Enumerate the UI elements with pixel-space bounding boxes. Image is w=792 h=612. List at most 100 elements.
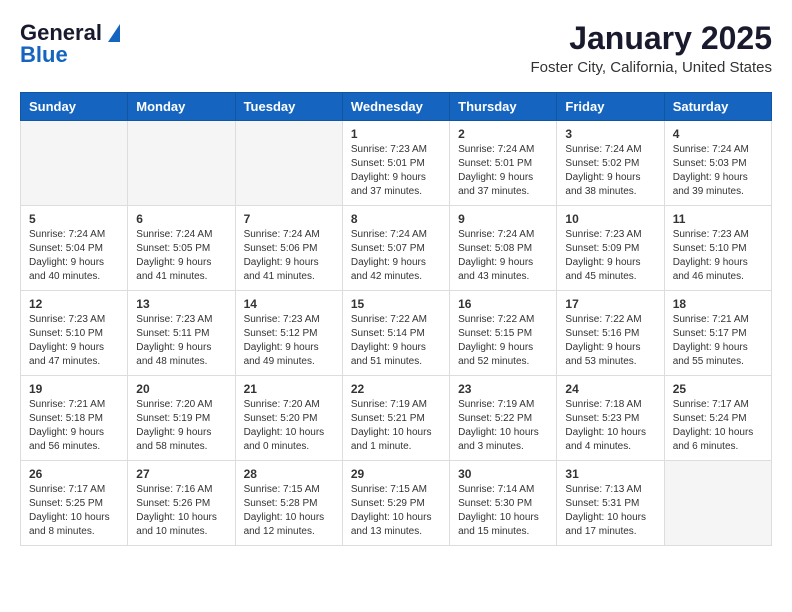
day-info: Sunrise: 7:24 AM Sunset: 5:05 PM Dayligh…: [136, 228, 226, 284]
day-number: 20: [136, 382, 226, 396]
calendar-day-cell: 7Sunrise: 7:24 AM Sunset: 5:06 PM Daylig…: [235, 206, 342, 291]
calendar-day-cell: [21, 121, 128, 206]
day-info: Sunrise: 7:22 AM Sunset: 5:14 PM Dayligh…: [351, 313, 441, 369]
calendar-day-cell: 14Sunrise: 7:23 AM Sunset: 5:12 PM Dayli…: [235, 291, 342, 376]
page-header: General Blue January 2025 Foster City, C…: [20, 20, 772, 76]
calendar-day-cell: 3 Sunrise: 7:24 AM Sunset: 5:02 PM Daylig…: [557, 121, 664, 206]
day-number: 26: [29, 467, 119, 481]
calendar-body: 1 Sunrise: 7:23 AM Sunset: 5:01 PM Daylig…: [21, 121, 772, 546]
day-number: 21: [244, 382, 334, 396]
calendar-day-cell: 8Sunrise: 7:24 AM Sunset: 5:07 PM Daylig…: [342, 206, 449, 291]
calendar-day-cell: 15 Sunrise: 7:22 AM Sunset: 5:14 PM Dayli…: [342, 291, 449, 376]
calendar-day-cell: 25Sunrise: 7:17 AM Sunset: 5:24 PM Dayli…: [664, 376, 771, 461]
calendar-day-cell: 4 Sunrise: 7:24 AM Sunset: 5:03 PM Daylig…: [664, 121, 771, 206]
calendar-day-cell: 9 Sunrise: 7:24 AM Sunset: 5:08 PM Daylig…: [450, 206, 557, 291]
calendar-day-cell: [664, 461, 771, 546]
day-info: Sunrise: 7:23 AM Sunset: 5:09 PM Dayligh…: [565, 228, 655, 284]
month-title: January 2025: [531, 20, 772, 57]
day-number: 31: [565, 467, 655, 481]
day-info: Sunrise: 7:24 AM Sunset: 5:06 PM Dayligh…: [244, 228, 334, 284]
day-number: 8: [351, 212, 441, 226]
day-number: 17: [565, 297, 655, 311]
logo-triangle-icon: [108, 24, 120, 42]
calendar-day-cell: 17Sunrise: 7:22 AM Sunset: 5:16 PM Dayli…: [557, 291, 664, 376]
day-info: Sunrise: 7:20 AM Sunset: 5:20 PM Dayligh…: [244, 398, 334, 454]
day-number: 4: [673, 127, 763, 141]
weekday-header-cell: Sunday: [21, 93, 128, 121]
day-info: Sunrise: 7:24 AM Sunset: 5:08 PM Dayligh…: [458, 228, 548, 284]
weekday-header-cell: Saturday: [664, 93, 771, 121]
weekday-header-cell: Wednesday: [342, 93, 449, 121]
day-number: 10: [565, 212, 655, 226]
day-info: Sunrise: 7:21 AM Sunset: 5:18 PM Dayligh…: [29, 398, 119, 454]
weekday-header-cell: Friday: [557, 93, 664, 121]
calendar-day-cell: 2Sunrise: 7:24 AM Sunset: 5:01 PM Daylig…: [450, 121, 557, 206]
day-info: Sunrise: 7:23 AM Sunset: 5:11 PM Dayligh…: [136, 313, 226, 369]
day-info: Sunrise: 7:20 AM Sunset: 5:19 PM Dayligh…: [136, 398, 226, 454]
calendar-day-cell: 11 Sunrise: 7:23 AM Sunset: 5:10 PM Dayli…: [664, 206, 771, 291]
weekday-header-row: SundayMondayTuesdayWednesdayThursdayFrid…: [21, 93, 772, 121]
calendar-week-row: 26 Sunrise: 7:17 AM Sunset: 5:25 PM Dayli…: [21, 461, 772, 546]
calendar-day-cell: 6 Sunrise: 7:24 AM Sunset: 5:05 PM Daylig…: [128, 206, 235, 291]
day-number: 24: [565, 382, 655, 396]
day-info: Sunrise: 7:19 AM Sunset: 5:22 PM Dayligh…: [458, 398, 548, 454]
calendar-day-cell: 24 Sunrise: 7:18 AM Sunset: 5:23 PM Dayli…: [557, 376, 664, 461]
day-info: Sunrise: 7:18 AM Sunset: 5:23 PM Dayligh…: [565, 398, 655, 454]
calendar-day-cell: 22 Sunrise: 7:19 AM Sunset: 5:21 PM Dayli…: [342, 376, 449, 461]
calendar-day-cell: 28Sunrise: 7:15 AM Sunset: 5:28 PM Dayli…: [235, 461, 342, 546]
day-info: Sunrise: 7:24 AM Sunset: 5:02 PM Dayligh…: [565, 143, 655, 199]
day-number: 23: [458, 382, 548, 396]
day-number: 19: [29, 382, 119, 396]
calendar-day-cell: 20 Sunrise: 7:20 AM Sunset: 5:19 PM Dayli…: [128, 376, 235, 461]
day-info: Sunrise: 7:17 AM Sunset: 5:25 PM Dayligh…: [29, 483, 119, 539]
day-number: 13: [136, 297, 226, 311]
calendar-week-row: 1 Sunrise: 7:23 AM Sunset: 5:01 PM Daylig…: [21, 121, 772, 206]
calendar-day-cell: 16 Sunrise: 7:22 AM Sunset: 5:15 PM Dayli…: [450, 291, 557, 376]
calendar-day-cell: 12 Sunrise: 7:23 AM Sunset: 5:10 PM Dayli…: [21, 291, 128, 376]
day-info: Sunrise: 7:22 AM Sunset: 5:15 PM Dayligh…: [458, 313, 548, 369]
calendar-day-cell: 26 Sunrise: 7:17 AM Sunset: 5:25 PM Dayli…: [21, 461, 128, 546]
calendar-week-row: 5Sunrise: 7:24 AM Sunset: 5:04 PM Daylig…: [21, 206, 772, 291]
day-info: Sunrise: 7:23 AM Sunset: 5:10 PM Dayligh…: [29, 313, 119, 369]
day-info: Sunrise: 7:14 AM Sunset: 5:30 PM Dayligh…: [458, 483, 548, 539]
weekday-header-cell: Thursday: [450, 93, 557, 121]
calendar-table: SundayMondayTuesdayWednesdayThursdayFrid…: [20, 92, 772, 546]
day-info: Sunrise: 7:21 AM Sunset: 5:17 PM Dayligh…: [673, 313, 763, 369]
day-number: 15: [351, 297, 441, 311]
day-number: 12: [29, 297, 119, 311]
day-info: Sunrise: 7:24 AM Sunset: 5:03 PM Dayligh…: [673, 143, 763, 199]
weekday-header-cell: Tuesday: [235, 93, 342, 121]
day-info: Sunrise: 7:19 AM Sunset: 5:21 PM Dayligh…: [351, 398, 441, 454]
location-title: Foster City, California, United States: [531, 59, 772, 76]
day-info: Sunrise: 7:23 AM Sunset: 5:10 PM Dayligh…: [673, 228, 763, 284]
day-number: 9: [458, 212, 548, 226]
day-info: Sunrise: 7:23 AM Sunset: 5:12 PM Dayligh…: [244, 313, 334, 369]
calendar-day-cell: 18 Sunrise: 7:21 AM Sunset: 5:17 PM Dayli…: [664, 291, 771, 376]
day-info: Sunrise: 7:23 AM Sunset: 5:01 PM Dayligh…: [351, 143, 441, 199]
day-number: 6: [136, 212, 226, 226]
calendar-day-cell: 5Sunrise: 7:24 AM Sunset: 5:04 PM Daylig…: [21, 206, 128, 291]
day-number: 22: [351, 382, 441, 396]
calendar-day-cell: [235, 121, 342, 206]
logo-blue: Blue: [20, 42, 68, 68]
day-number: 29: [351, 467, 441, 481]
calendar-day-cell: 1 Sunrise: 7:23 AM Sunset: 5:01 PM Daylig…: [342, 121, 449, 206]
day-number: 16: [458, 297, 548, 311]
day-number: 1: [351, 127, 441, 141]
day-info: Sunrise: 7:24 AM Sunset: 5:04 PM Dayligh…: [29, 228, 119, 284]
day-number: 11: [673, 212, 763, 226]
calendar-day-cell: 29Sunrise: 7:15 AM Sunset: 5:29 PM Dayli…: [342, 461, 449, 546]
calendar-week-row: 19 Sunrise: 7:21 AM Sunset: 5:18 PM Dayli…: [21, 376, 772, 461]
day-number: 18: [673, 297, 763, 311]
day-number: 30: [458, 467, 548, 481]
calendar-day-cell: 19 Sunrise: 7:21 AM Sunset: 5:18 PM Dayli…: [21, 376, 128, 461]
calendar-day-cell: 31 Sunrise: 7:13 AM Sunset: 5:31 PM Dayli…: [557, 461, 664, 546]
calendar-day-cell: 30 Sunrise: 7:14 AM Sunset: 5:30 PM Dayli…: [450, 461, 557, 546]
calendar-day-cell: 13 Sunrise: 7:23 AM Sunset: 5:11 PM Dayli…: [128, 291, 235, 376]
day-info: Sunrise: 7:13 AM Sunset: 5:31 PM Dayligh…: [565, 483, 655, 539]
day-number: 27: [136, 467, 226, 481]
day-info: Sunrise: 7:15 AM Sunset: 5:28 PM Dayligh…: [244, 483, 334, 539]
calendar-day-cell: 10 Sunrise: 7:23 AM Sunset: 5:09 PM Dayli…: [557, 206, 664, 291]
day-info: Sunrise: 7:24 AM Sunset: 5:01 PM Dayligh…: [458, 143, 548, 199]
day-number: 3: [565, 127, 655, 141]
